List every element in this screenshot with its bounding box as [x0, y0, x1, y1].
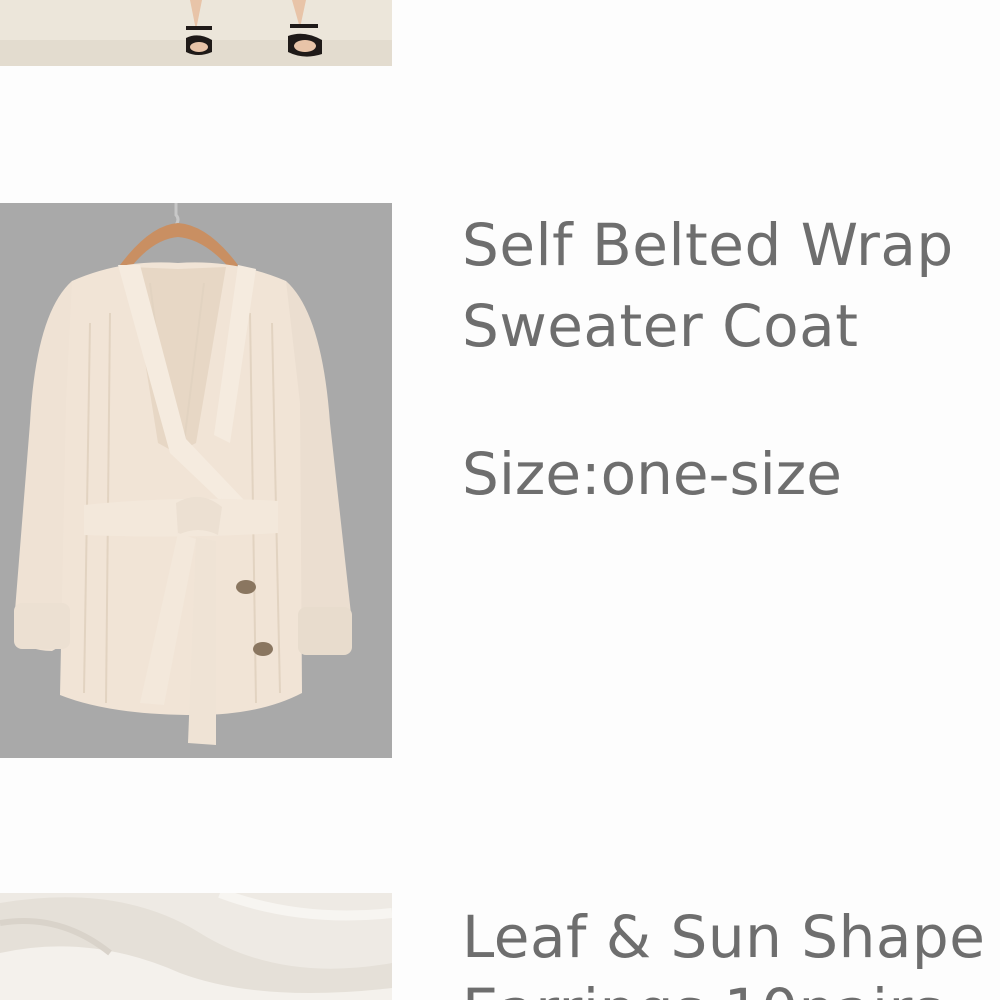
product-list: Self Belted Wrap Sweater Coat Size:one-s…: [0, 0, 1000, 1000]
product-title-line2[interactable]: Earrings 10pairs: [462, 970, 944, 1000]
product-title-line1[interactable]: Leaf & Sun Shape: [462, 897, 985, 977]
product-size-label: Size:one-size: [462, 440, 842, 508]
product-image-cardigan[interactable]: [0, 203, 392, 758]
fabric-photo: [0, 893, 392, 1000]
product-title-line2[interactable]: Sweater Coat: [462, 286, 858, 366]
product-title-line1[interactable]: Self Belted Wrap: [462, 205, 954, 285]
cardigan-photo: [0, 203, 392, 758]
sandals-photo: [0, 0, 392, 66]
product-image-earrings[interactable]: [0, 893, 392, 1000]
product-image-sandals[interactable]: [0, 0, 392, 66]
